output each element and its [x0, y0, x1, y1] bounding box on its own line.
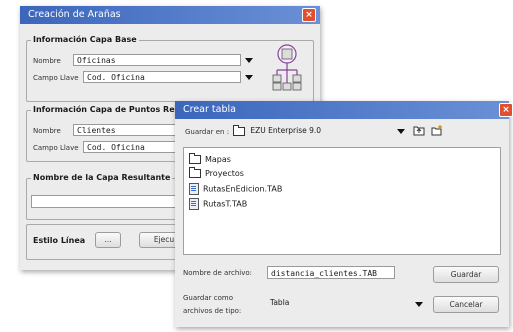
file-list[interactable]: Mapas Proyectos RutasEnEdicion.TAB Rutas… [183, 147, 501, 255]
points-name-label: Nombre [33, 127, 61, 135]
file-name: RutasEnEdicion.TAB [203, 184, 283, 194]
filetype-label-line2: archivos de tipo: [183, 307, 242, 315]
dialog-title-bar[interactable]: Creación de Arañas [20, 6, 320, 24]
folder-icon [233, 124, 245, 136]
folder-icon [189, 153, 201, 164]
list-item[interactable]: Proyectos [189, 167, 244, 178]
base-layer-heading: Información Capa Base [31, 35, 139, 44]
save-in-dropdown[interactable]: EZU Enterprise 9.0 [233, 124, 393, 137]
new-folder-icon[interactable] [431, 125, 443, 136]
base-name-dropdown[interactable]: Oficinas [73, 54, 241, 66]
table-file-icon [189, 183, 199, 195]
filename-label: Nombre de archivo: [183, 269, 253, 277]
dialog-title: Crear tabla [183, 104, 236, 115]
create-table-dialog: Crear tabla × Guardar en : EZU Enterpris… [175, 101, 513, 327]
chevron-down-icon[interactable] [397, 129, 405, 134]
result-layer-heading: Nombre de la Capa Resultante [31, 173, 173, 182]
filetype-label-line1: Guardar como [183, 294, 233, 302]
base-key-dropdown[interactable]: Cod. Oficina [83, 71, 241, 83]
filetype-value: Tabla [270, 298, 290, 307]
base-name-label: Nombre [33, 57, 61, 65]
file-name: Proyectos [205, 169, 244, 178]
line-style-label: Estilo Línea [33, 236, 86, 245]
close-icon[interactable]: × [499, 103, 513, 117]
file-name: RutasT.TAB [203, 199, 248, 209]
list-item[interactable]: RutasEnEdicion.TAB [189, 183, 282, 195]
line-style-button[interactable]: ... [95, 232, 121, 248]
base-key-label: Campo Llave [33, 74, 79, 82]
chevron-down-icon[interactable] [245, 58, 253, 63]
table-file-icon [189, 198, 199, 210]
points-key-label: Campo Llave [33, 144, 79, 152]
cancel-button[interactable]: Cancelar [433, 296, 499, 313]
save-in-label: Guardar en : [185, 128, 230, 136]
dialog-title: Creación de Arañas [28, 9, 121, 20]
folder-up-icon[interactable] [413, 125, 425, 136]
file-name: Mapas [205, 155, 231, 164]
save-in-value: EZU Enterprise 9.0 [250, 126, 322, 135]
list-item[interactable]: RutasT.TAB [189, 198, 247, 210]
close-icon[interactable]: × [302, 8, 316, 22]
chevron-down-icon[interactable] [245, 75, 253, 80]
network-diagram-icon [272, 44, 302, 91]
folder-icon [189, 167, 201, 178]
base-layer-group: Información Capa Base Nombre Oficinas Ca… [26, 35, 314, 102]
chevron-down-icon[interactable] [415, 302, 423, 307]
points-layer-heading: Información Capa de Puntos Re [31, 105, 177, 114]
filetype-dropdown[interactable]: Tabla [270, 297, 390, 309]
filename-input[interactable]: distancia_clientes.TAB [267, 266, 395, 279]
list-item[interactable]: Mapas [189, 153, 231, 164]
dialog-title-bar[interactable]: Crear tabla [175, 101, 509, 119]
save-button[interactable]: Guardar [433, 266, 499, 283]
